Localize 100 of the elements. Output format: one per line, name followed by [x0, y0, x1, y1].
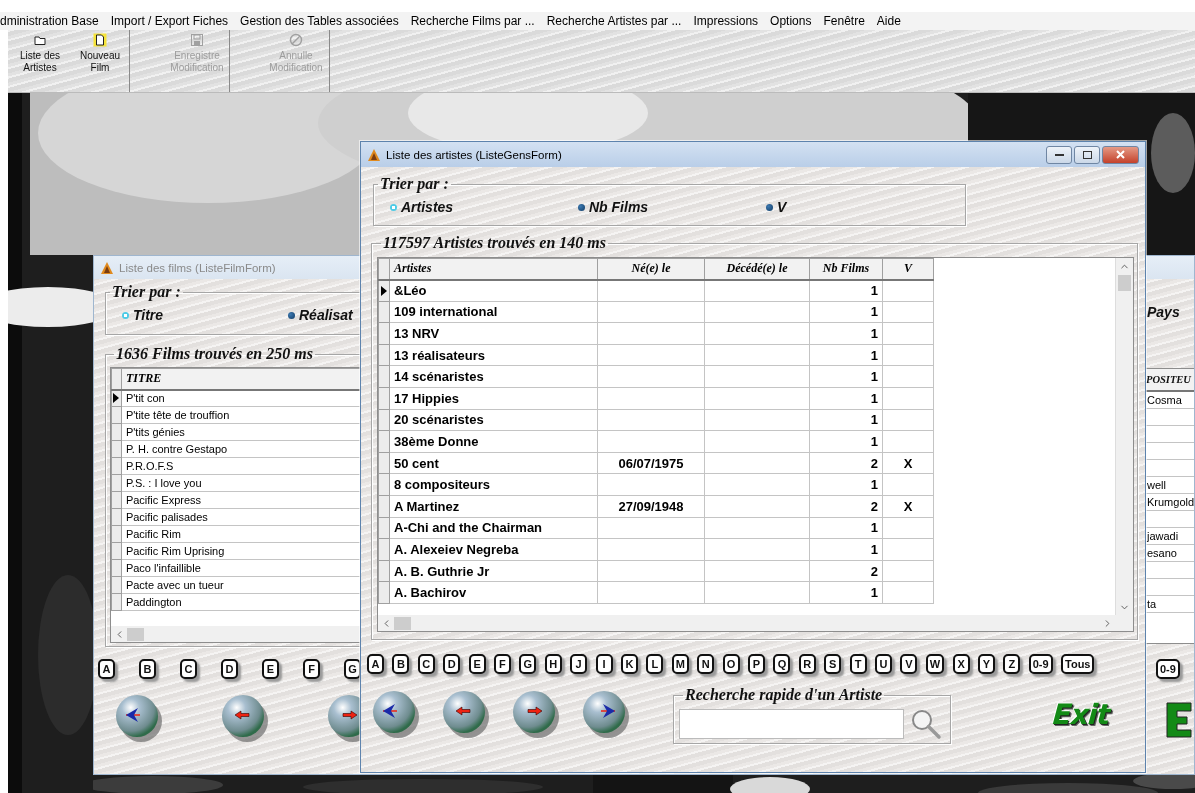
table-cell: 1 [809, 517, 883, 539]
exit-button[interactable]: Exit [1047, 698, 1115, 732]
letter-filter-button[interactable]: I [595, 654, 613, 674]
globe-arrow-icon [441, 689, 491, 741]
letter-filter-button[interactable]: M [671, 654, 689, 674]
globe-arrow-icon [511, 689, 561, 741]
table-cell: 2 [809, 452, 883, 474]
letter-filter-button[interactable]: L [646, 654, 664, 674]
letter-filter-button[interactable]: 0-9 [1156, 659, 1180, 679]
column-header[interactable]: TITRE [121, 368, 360, 390]
table-cell: 1 [809, 344, 883, 366]
column-header[interactable]: Artistes [389, 258, 598, 280]
horizontal-scrollbar[interactable] [111, 626, 360, 642]
letter-filter-button[interactable]: N [697, 654, 715, 674]
table-cell: 13 NRV [389, 322, 598, 345]
letter-filter-button[interactable]: E [262, 659, 279, 679]
table-cell: 27/09/1948 [597, 495, 705, 518]
sort-radio[interactable]: Réalisat [288, 307, 360, 323]
letter-filter-button[interactable]: P [748, 654, 766, 674]
menu-item[interactable]: Recherche Artistes par ... [540, 14, 688, 28]
menu-item[interactable]: Options [764, 14, 818, 28]
letter-filter-button[interactable]: K [620, 654, 638, 674]
letter-filter-button[interactable]: D [221, 659, 238, 679]
letter-filter-button[interactable]: O [722, 654, 740, 674]
group-label: Recherche rapide d'un Artiste [684, 686, 884, 704]
table-cell: 1 [809, 409, 883, 431]
menu-item[interactable]: dministration Base [0, 14, 105, 28]
previous-record-button[interactable] [220, 693, 270, 745]
table-cell: 1 [809, 538, 883, 561]
letter-filter-button[interactable]: Tous [1061, 654, 1095, 674]
table-cell: 06/07/1975 [597, 452, 705, 474]
table-cell: A Martinez [389, 495, 598, 518]
letter-filter-button[interactable]: Z [1003, 654, 1021, 674]
letter-filter-button[interactable]: D [443, 654, 461, 674]
column-header[interactable]: Né(e) le [597, 258, 705, 280]
menu-item[interactable]: Impressions [687, 14, 765, 28]
new-document-icon [93, 33, 107, 47]
letter-filter-button[interactable]: F [493, 654, 511, 674]
toolbar-button[interactable]: Nouveau Film [72, 30, 128, 92]
letter-filter-button[interactable]: Y [977, 654, 995, 674]
row-pointer-icon [113, 393, 120, 404]
window-title: Liste des films (ListeFilmForm) [119, 261, 276, 274]
table-cell: 20 scénaristes [389, 409, 598, 431]
first-record-button[interactable] [371, 689, 421, 741]
globe-arrow-icon [371, 689, 421, 741]
menu-item[interactable]: Aide [870, 14, 907, 28]
letter-filter-button[interactable]: A [367, 654, 384, 674]
letter-filter-button[interactable]: C [180, 659, 197, 679]
letter-filter-button[interactable]: J [570, 654, 588, 674]
table-cell: 2 [809, 560, 883, 582]
table-cell: 14 scénaristes [389, 365, 598, 388]
vertical-scrollbar[interactable] [1115, 258, 1133, 615]
letter-filter-button[interactable]: T [849, 654, 867, 674]
sort-radio[interactable]: Titre [122, 307, 288, 323]
letter-filter-button[interactable]: X [952, 654, 970, 674]
app-icon [100, 260, 114, 275]
horizontal-scrollbar[interactable] [378, 615, 1133, 631]
search-field[interactable] [679, 708, 904, 739]
letter-filter-button[interactable]: C [417, 654, 435, 674]
sort-option-label: Pays [1147, 304, 1181, 320]
next-record-button[interactable] [511, 689, 561, 741]
group-label: Trier par : [111, 283, 182, 301]
letter-filter-button[interactable]: E [468, 654, 486, 674]
globe-arrow-icon [114, 693, 164, 745]
letter-filter-button[interactable]: B [139, 659, 156, 679]
menu-item[interactable]: Import / Export Fiches [104, 14, 235, 28]
letter-filter-button[interactable]: B [392, 654, 410, 674]
column-header[interactable]: POSITEU [1146, 369, 1194, 392]
column-header[interactable]: Décédé(e) le [704, 258, 810, 280]
table-cell: 1 [809, 365, 883, 388]
letter-filter-button[interactable]: F [303, 659, 320, 679]
table-cell: 109 international [389, 301, 598, 323]
scrollbar-thumb[interactable] [127, 627, 144, 641]
table-cell: A-Chi and the Chairman [389, 517, 598, 539]
scrollbar-thumb[interactable] [394, 616, 411, 630]
exit-logo-icon [1164, 699, 1194, 739]
previous-record-button[interactable] [441, 689, 491, 741]
letter-filter-button[interactable]: G [519, 654, 537, 674]
column-header[interactable]: Nb Films [809, 258, 883, 280]
menu-item[interactable]: Gestion des Tables associées [234, 14, 405, 28]
search-icon[interactable] [910, 707, 942, 740]
letter-filter-button[interactable]: A [98, 659, 115, 679]
result-count: 1636 Films trouvés en 250 ms [115, 345, 314, 363]
last-record-button[interactable] [581, 689, 631, 741]
letter-filter-button[interactable]: R [798, 654, 816, 674]
letter-filter-button[interactable]: V [900, 654, 918, 674]
scrollbar-thumb[interactable] [1118, 275, 1131, 291]
letter-filter-button[interactable]: S [824, 654, 842, 674]
letter-filter-button[interactable]: 0-9 [1028, 654, 1053, 674]
column-header[interactable]: V [882, 258, 934, 280]
letter-filter-button[interactable]: H [544, 654, 562, 674]
toolbar-button[interactable]: Liste des Artistes [12, 30, 68, 92]
letter-filter-button[interactable]: U [875, 654, 892, 674]
table-cell: 50 cent [389, 452, 598, 474]
menu-item[interactable]: Recherche Films par ... [404, 14, 541, 28]
letter-filter-button[interactable]: W [925, 654, 945, 674]
first-record-button[interactable] [114, 693, 164, 745]
letter-filter-button[interactable]: G [344, 659, 360, 679]
letter-filter-button[interactable]: Q [773, 654, 791, 674]
menu-item[interactable]: Fenêtre [817, 14, 871, 28]
